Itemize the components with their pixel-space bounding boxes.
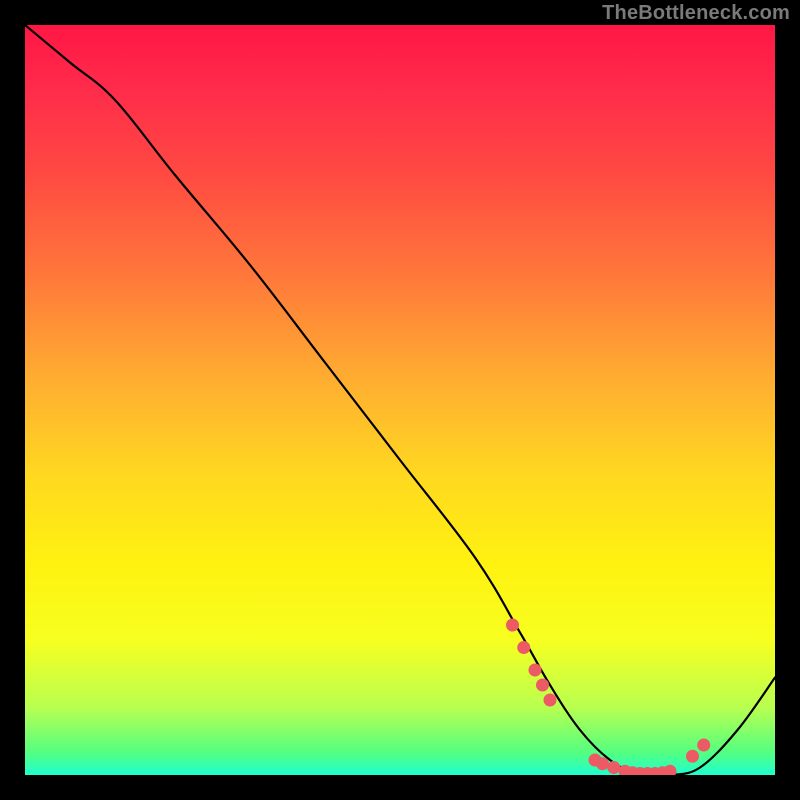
- plot-area: [25, 25, 775, 775]
- chart-overlay: [25, 25, 775, 775]
- marker-dot: [536, 679, 549, 692]
- marker-dot: [697, 739, 710, 752]
- marker-dot: [596, 757, 609, 770]
- marker-dot: [607, 761, 620, 774]
- watermark-text: TheBottleneck.com: [602, 2, 790, 25]
- marker-cluster: [506, 619, 710, 776]
- marker-dot: [664, 765, 677, 775]
- bottleneck-curve: [25, 25, 775, 775]
- marker-dot: [686, 750, 699, 763]
- marker-dot: [506, 619, 519, 632]
- chart-stage: TheBottleneck.com: [0, 0, 800, 800]
- marker-dot: [517, 641, 530, 654]
- marker-dot: [544, 694, 557, 707]
- marker-dot: [529, 664, 542, 677]
